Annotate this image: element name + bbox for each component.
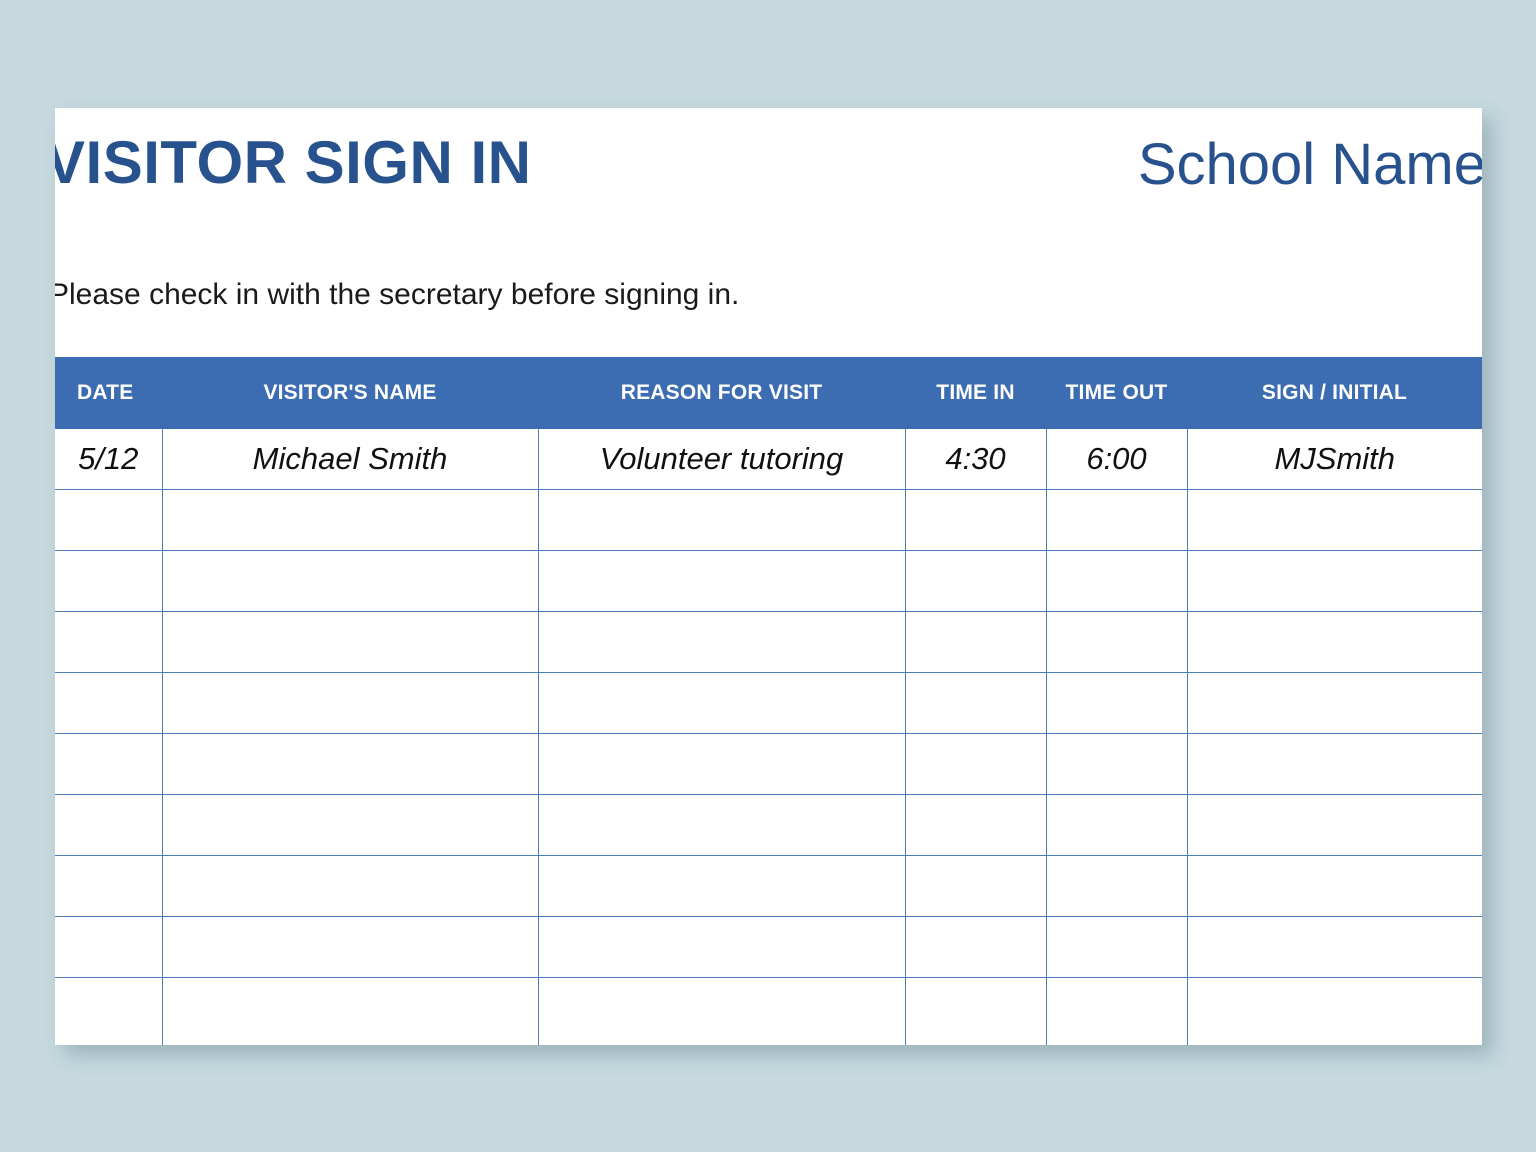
cell-reason[interactable]: Volunteer tutoring — [537, 429, 906, 490]
cell-time_out[interactable] — [1045, 855, 1188, 917]
cell-sign[interactable] — [1186, 611, 1482, 673]
table-row[interactable]: 5/12 Michael Smith Volunteer tutoring 4:30 6… — [55, 429, 1482, 490]
cell-sign[interactable] — [1186, 489, 1482, 551]
column-header-sign: SIGN / INITIAL — [1187, 357, 1482, 429]
school-name-heading: School Name — [1137, 132, 1482, 197]
cell-time_out[interactable] — [1045, 977, 1188, 1045]
sheet-header: VISITOR SIGN IN School Name Please check… — [55, 108, 1482, 357]
cell-date[interactable] — [55, 611, 163, 673]
cell-date[interactable] — [55, 550, 163, 612]
cell-reason[interactable] — [537, 672, 906, 734]
visitor-signin-sheet: VISITOR SIGN IN School Name Please check… — [55, 108, 1482, 1045]
cell-name[interactable] — [161, 855, 539, 917]
cell-reason[interactable] — [537, 916, 906, 978]
column-header-name: VISITOR'S NAME — [162, 357, 538, 429]
cell-sign[interactable] — [1186, 977, 1482, 1045]
cell-name[interactable] — [161, 611, 539, 673]
table-row[interactable] — [55, 489, 1482, 551]
cell-date[interactable] — [55, 733, 163, 795]
cell-time_in[interactable] — [904, 855, 1047, 917]
cell-name[interactable] — [161, 916, 539, 978]
cell-reason[interactable] — [537, 977, 906, 1045]
cell-time_in[interactable] — [904, 977, 1047, 1045]
cell-time_out[interactable] — [1045, 489, 1188, 551]
cell-time_in[interactable] — [904, 794, 1047, 856]
cell-name[interactable] — [161, 672, 539, 734]
cell-reason[interactable] — [537, 794, 906, 856]
cell-time_in[interactable] — [904, 611, 1047, 673]
table-body: 5/12 Michael Smith Volunteer tutoring 4:30 6… — [55, 429, 1482, 1045]
cell-date[interactable] — [55, 672, 163, 734]
instruction-text: Please check in with the secretary befor… — [55, 278, 740, 311]
table-row[interactable] — [55, 916, 1482, 978]
cell-time_out[interactable] — [1045, 611, 1188, 673]
table-row[interactable] — [55, 977, 1482, 1045]
cell-name[interactable] — [161, 794, 539, 856]
column-header-date: DATE — [55, 357, 162, 429]
cell-date[interactable] — [55, 916, 163, 978]
cell-time_out[interactable] — [1045, 672, 1188, 734]
cell-date[interactable] — [55, 489, 163, 551]
table-row[interactable] — [55, 794, 1482, 856]
cell-name[interactable] — [161, 550, 539, 612]
cell-name[interactable]: Michael Smith — [161, 429, 539, 490]
column-header-time-in: TIME IN — [905, 357, 1046, 429]
cell-sign[interactable] — [1186, 794, 1482, 856]
table-header: DATE VISITOR'S NAME REASON FOR VISIT TIM… — [55, 357, 1482, 429]
table-row[interactable] — [55, 672, 1482, 734]
cell-reason[interactable] — [537, 550, 906, 612]
cell-sign[interactable] — [1186, 550, 1482, 612]
table-header-row: DATE VISITOR'S NAME REASON FOR VISIT TIM… — [55, 357, 1482, 429]
visitor-log-table: DATE VISITOR'S NAME REASON FOR VISIT TIM… — [55, 357, 1482, 1045]
table-row[interactable] — [55, 550, 1482, 612]
cell-sign[interactable] — [1186, 672, 1482, 734]
cell-date[interactable] — [55, 794, 163, 856]
cell-name[interactable] — [161, 733, 539, 795]
cell-time_in[interactable] — [904, 550, 1047, 612]
cell-time_in[interactable] — [904, 489, 1047, 551]
cell-reason[interactable] — [537, 855, 906, 917]
table-row[interactable] — [55, 611, 1482, 673]
cell-date[interactable] — [55, 855, 163, 917]
column-header-reason: REASON FOR VISIT — [538, 357, 905, 429]
cell-sign[interactable] — [1186, 916, 1482, 978]
cell-reason[interactable] — [537, 489, 906, 551]
table-row[interactable] — [55, 733, 1482, 795]
cell-date[interactable] — [55, 977, 163, 1045]
cell-sign[interactable] — [1186, 733, 1482, 795]
cell-date[interactable]: 5/12 — [55, 429, 163, 490]
page-title: VISITOR SIGN IN — [55, 129, 532, 196]
cell-time_out[interactable] — [1045, 916, 1188, 978]
cell-time_in[interactable]: 4:30 — [904, 429, 1047, 490]
cell-time_out[interactable] — [1045, 733, 1188, 795]
cell-sign[interactable]: MJSmith — [1186, 429, 1482, 490]
table-row[interactable] — [55, 855, 1482, 917]
cell-time_out[interactable] — [1045, 550, 1188, 612]
cell-time_in[interactable] — [904, 916, 1047, 978]
column-header-time-out: TIME OUT — [1046, 357, 1187, 429]
cell-name[interactable] — [161, 489, 539, 551]
cell-name[interactable] — [161, 977, 539, 1045]
cell-time_in[interactable] — [904, 733, 1047, 795]
cell-time_out[interactable]: 6:00 — [1045, 429, 1188, 490]
cell-reason[interactable] — [537, 733, 906, 795]
cell-sign[interactable] — [1186, 855, 1482, 917]
cell-reason[interactable] — [537, 611, 906, 673]
cell-time_out[interactable] — [1045, 794, 1188, 856]
cell-time_in[interactable] — [904, 672, 1047, 734]
